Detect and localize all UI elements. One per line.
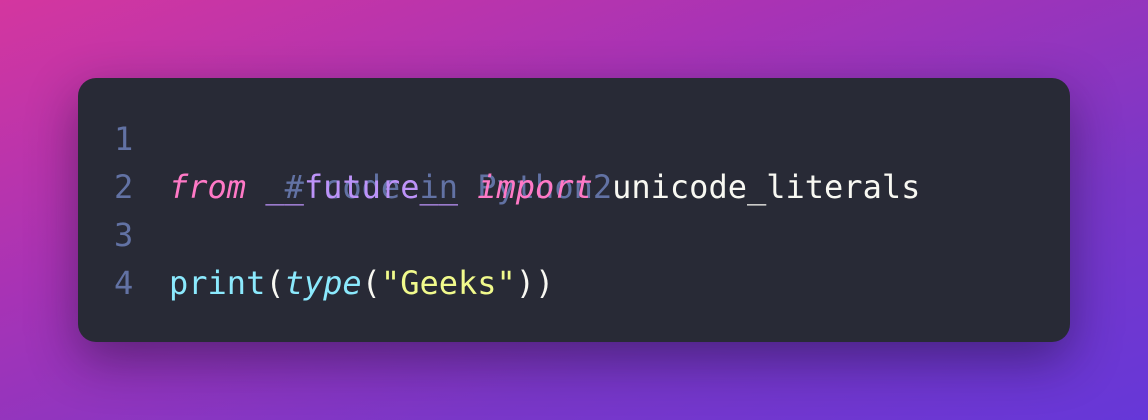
import-name: unicode_literals [592,168,921,206]
line-number: 2 [114,168,134,206]
module-future: __future__ [265,168,458,206]
string-literal: "Geeks" [380,264,516,302]
paren-open: ( [361,264,381,302]
code-line: 1 # code in Python2 [78,115,1070,206]
function-print: print [169,264,266,302]
code-line: 2 from __future__ import unicode_literal… [78,163,1070,211]
line-content: from __future__ import unicode_literals [169,163,920,211]
line-content: print(type("Geeks")) [169,259,554,307]
paren-close: )) [515,264,555,302]
code-window: 1 # code in Python2 2 from __future__ im… [78,78,1070,342]
code-line: 4 print(type("Geeks")) [78,259,1070,307]
paren-open: ( [265,264,285,302]
keyword-from: from [169,168,247,206]
line-number: 1 [114,120,134,158]
builtin-type: type [284,264,362,302]
keyword-import: import [477,168,593,206]
line-number: 4 [114,264,134,302]
line-number: 3 [114,216,134,254]
